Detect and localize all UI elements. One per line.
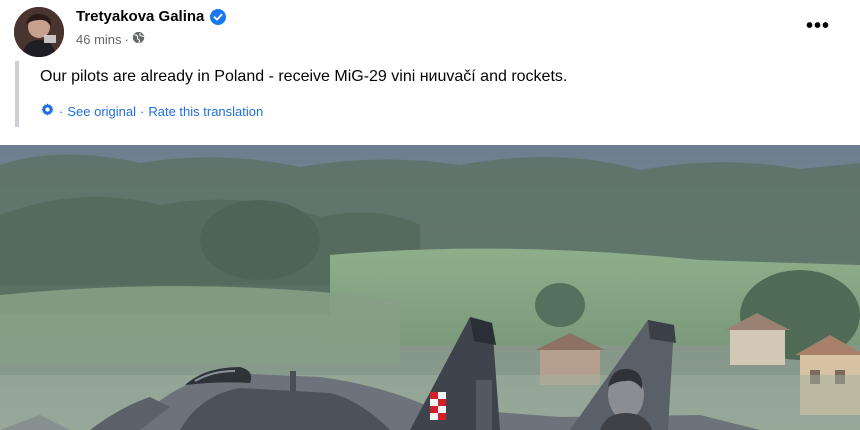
verified-badge-icon xyxy=(210,8,227,25)
translation-separator: · xyxy=(59,103,64,119)
see-original-link[interactable]: See original xyxy=(67,104,136,119)
post-meta: 46 mins · xyxy=(76,31,145,47)
rate-translation-link[interactable]: Rate this translation xyxy=(148,104,263,119)
more-options-icon: ••• xyxy=(806,14,831,37)
post-text: Our pilots are already in Poland - recei… xyxy=(40,68,568,85)
translation-quote-bar xyxy=(15,61,19,127)
translate-gear-icon xyxy=(40,102,55,120)
translation-separator: · xyxy=(140,103,145,119)
post-photo[interactable] xyxy=(0,145,860,430)
post-timestamp[interactable]: 46 mins xyxy=(76,32,122,47)
author-name[interactable]: Tretyakova Galina xyxy=(76,8,204,25)
translation-row: · See original · Rate this translation xyxy=(40,102,263,120)
post-header: Tretyakova Galina 46 mins · ••• Our pilo… xyxy=(0,0,860,140)
avatar-image xyxy=(14,7,64,57)
globe-icon xyxy=(132,31,145,47)
meta-separator: · xyxy=(124,31,129,47)
author-avatar[interactable] xyxy=(14,7,64,57)
author-name-row: Tretyakova Galina xyxy=(76,8,227,25)
more-options-button[interactable]: ••• xyxy=(806,14,830,38)
fighter-jet-photo xyxy=(0,145,860,430)
